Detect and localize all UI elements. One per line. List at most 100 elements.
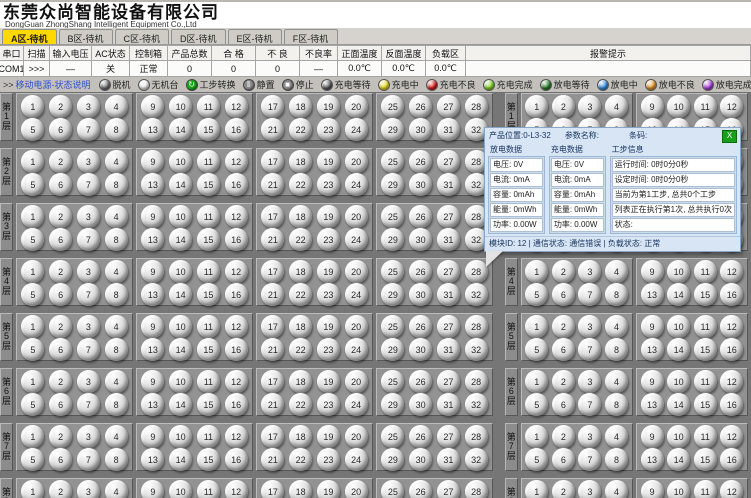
product-cell[interactable]: 9 bbox=[641, 95, 664, 118]
product-cell[interactable]: 1 bbox=[525, 480, 548, 498]
product-cell[interactable]: 16 bbox=[225, 228, 248, 251]
product-cell[interactable]: 11 bbox=[197, 205, 220, 228]
product-cell[interactable]: 18 bbox=[289, 260, 312, 283]
product-cell[interactable]: 25 bbox=[381, 370, 404, 393]
product-cell[interactable]: 11 bbox=[197, 260, 220, 283]
product-cell[interactable]: 4 bbox=[105, 425, 128, 448]
product-cell[interactable]: 4 bbox=[605, 370, 628, 393]
product-cell[interactable]: 22 bbox=[289, 118, 312, 141]
product-cell[interactable]: 7 bbox=[77, 173, 100, 196]
product-cell[interactable]: 15 bbox=[197, 448, 220, 471]
product-cell[interactable]: 9 bbox=[141, 425, 164, 448]
product-cell[interactable]: 15 bbox=[197, 283, 220, 306]
product-cell[interactable]: 5 bbox=[21, 173, 44, 196]
product-cell[interactable]: 6 bbox=[49, 283, 72, 306]
legend-title-link[interactable]: 移动电源-状态说明 bbox=[16, 78, 91, 91]
product-cell[interactable]: 11 bbox=[197, 370, 220, 393]
product-cell[interactable]: 15 bbox=[197, 393, 220, 416]
product-cell[interactable]: 17 bbox=[261, 150, 284, 173]
product-cell[interactable]: 12 bbox=[225, 425, 248, 448]
product-cell[interactable]: 8 bbox=[105, 448, 128, 471]
product-cell[interactable]: 21 bbox=[261, 173, 284, 196]
product-cell[interactable]: 9 bbox=[141, 205, 164, 228]
product-cell[interactable]: 18 bbox=[289, 370, 312, 393]
product-cell[interactable]: 12 bbox=[225, 150, 248, 173]
product-cell[interactable]: 8 bbox=[105, 173, 128, 196]
product-cell[interactable]: 10 bbox=[169, 370, 192, 393]
product-cell[interactable]: 16 bbox=[720, 448, 743, 471]
product-cell[interactable]: 20 bbox=[345, 205, 368, 228]
product-cell[interactable]: 10 bbox=[667, 480, 690, 498]
product-cell[interactable]: 26 bbox=[409, 315, 432, 338]
product-cell[interactable]: 26 bbox=[409, 205, 432, 228]
product-cell[interactable]: 12 bbox=[225, 260, 248, 283]
product-cell[interactable]: 6 bbox=[49, 173, 72, 196]
product-cell[interactable]: 22 bbox=[289, 228, 312, 251]
product-cell[interactable]: 1 bbox=[21, 95, 44, 118]
product-cell[interactable]: 24 bbox=[345, 393, 368, 416]
product-cell[interactable]: 16 bbox=[720, 393, 743, 416]
product-cell[interactable]: 13 bbox=[641, 448, 664, 471]
product-cell[interactable]: 14 bbox=[169, 228, 192, 251]
product-cell[interactable]: 18 bbox=[289, 425, 312, 448]
product-cell[interactable]: 8 bbox=[605, 283, 628, 306]
product-cell[interactable]: 18 bbox=[289, 205, 312, 228]
product-cell[interactable]: 21 bbox=[261, 118, 284, 141]
product-cell[interactable]: 5 bbox=[21, 448, 44, 471]
product-cell[interactable]: 14 bbox=[667, 338, 690, 361]
product-cell[interactable]: 6 bbox=[49, 448, 72, 471]
product-cell[interactable]: 14 bbox=[169, 118, 192, 141]
product-cell[interactable]: 15 bbox=[197, 228, 220, 251]
product-cell[interactable]: 12 bbox=[720, 315, 743, 338]
product-cell[interactable]: 5 bbox=[525, 283, 548, 306]
product-cell[interactable]: 31 bbox=[437, 283, 460, 306]
product-cell[interactable]: 4 bbox=[105, 480, 128, 498]
product-cell[interactable]: 17 bbox=[261, 95, 284, 118]
product-cell[interactable]: 6 bbox=[552, 338, 575, 361]
product-cell[interactable]: 10 bbox=[667, 260, 690, 283]
product-cell[interactable]: 24 bbox=[345, 338, 368, 361]
product-cell[interactable]: 11 bbox=[694, 480, 717, 498]
product-cell[interactable]: 13 bbox=[141, 173, 164, 196]
product-cell[interactable]: 30 bbox=[409, 173, 432, 196]
product-cell[interactable]: 16 bbox=[225, 338, 248, 361]
product-cell[interactable]: 1 bbox=[21, 370, 44, 393]
product-cell[interactable]: 12 bbox=[225, 480, 248, 498]
product-cell[interactable]: 30 bbox=[409, 448, 432, 471]
product-cell[interactable]: 9 bbox=[641, 480, 664, 498]
product-cell[interactable]: 10 bbox=[667, 370, 690, 393]
product-cell[interactable]: 18 bbox=[289, 95, 312, 118]
product-cell[interactable]: 4 bbox=[605, 260, 628, 283]
product-cell[interactable]: 28 bbox=[465, 315, 488, 338]
product-cell[interactable]: 21 bbox=[261, 393, 284, 416]
product-cell[interactable]: 6 bbox=[49, 118, 72, 141]
product-cell[interactable]: 25 bbox=[381, 425, 404, 448]
product-cell[interactable]: 10 bbox=[667, 95, 690, 118]
product-cell[interactable]: 2 bbox=[552, 315, 575, 338]
product-cell[interactable]: 15 bbox=[197, 338, 220, 361]
product-cell[interactable]: 13 bbox=[641, 338, 664, 361]
product-cell[interactable]: 22 bbox=[289, 448, 312, 471]
product-cell[interactable]: 16 bbox=[225, 173, 248, 196]
tab-C区-待机[interactable]: C区-待机 bbox=[115, 29, 170, 44]
product-cell[interactable]: 29 bbox=[381, 393, 404, 416]
product-cell[interactable]: 23 bbox=[317, 228, 340, 251]
product-cell[interactable]: 2 bbox=[552, 480, 575, 498]
product-cell[interactable]: 14 bbox=[169, 448, 192, 471]
product-cell[interactable]: 17 bbox=[261, 425, 284, 448]
product-cell[interactable]: 7 bbox=[77, 283, 100, 306]
product-cell[interactable]: 16 bbox=[720, 338, 743, 361]
product-cell[interactable]: 6 bbox=[552, 448, 575, 471]
product-cell[interactable]: 20 bbox=[345, 150, 368, 173]
product-cell[interactable]: 5 bbox=[525, 393, 548, 416]
product-cell[interactable]: 23 bbox=[317, 448, 340, 471]
product-cell[interactable]: 4 bbox=[605, 480, 628, 498]
product-cell[interactable]: 4 bbox=[605, 95, 628, 118]
product-cell[interactable]: 10 bbox=[169, 315, 192, 338]
product-cell[interactable]: 27 bbox=[437, 480, 460, 498]
product-cell[interactable]: 26 bbox=[409, 480, 432, 498]
product-cell[interactable]: 23 bbox=[317, 338, 340, 361]
product-cell[interactable]: 19 bbox=[317, 370, 340, 393]
product-cell[interactable]: 13 bbox=[141, 118, 164, 141]
product-cell[interactable]: 8 bbox=[605, 448, 628, 471]
